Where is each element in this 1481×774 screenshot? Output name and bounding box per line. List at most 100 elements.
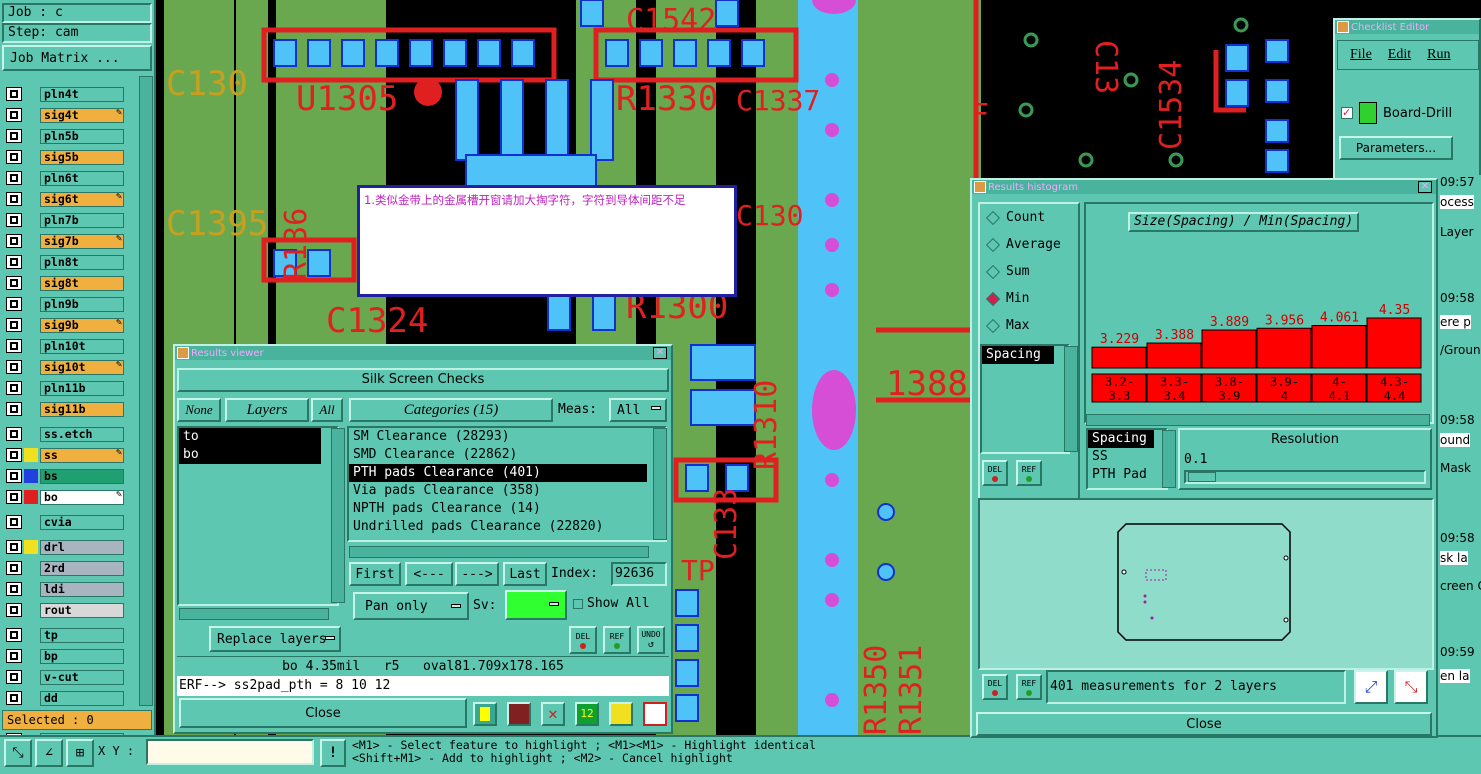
- layer-name[interactable]: ss: [40, 447, 124, 463]
- layer-name[interactable]: pln10t: [40, 338, 124, 354]
- histogram-close-button[interactable]: Close: [976, 712, 1432, 736]
- layer-row-sig7b[interactable]: sig7b ✎: [6, 233, 124, 249]
- layer-checkbox[interactable]: [6, 670, 22, 684]
- layer-name[interactable]: sig7b: [40, 233, 124, 249]
- board-preview[interactable]: [978, 498, 1434, 670]
- histogram-titlebar[interactable]: Results histogram ✕: [972, 180, 1436, 194]
- layer-row-ss[interactable]: ss ✎: [6, 447, 124, 463]
- layer-row-bo[interactable]: bo ✎: [6, 489, 124, 505]
- layer-results-hscroll[interactable]: [179, 608, 329, 620]
- close-icon[interactable]: ✕: [653, 347, 667, 359]
- layer-name[interactable]: bo: [40, 489, 124, 505]
- window-menu-icon[interactable]: [974, 181, 986, 193]
- mode-radio-min[interactable]: Min: [980, 285, 1078, 312]
- xy-input[interactable]: [146, 739, 314, 765]
- next-button[interactable]: --->: [455, 562, 499, 586]
- close-button[interactable]: Close: [179, 698, 467, 728]
- layer-checkbox[interactable]: [6, 691, 22, 705]
- histogram-bar[interactable]: [1366, 317, 1422, 369]
- categories-hscroll[interactable]: [349, 546, 649, 558]
- layer-row-pln11b[interactable]: pln11b: [6, 380, 124, 396]
- measure-list-scrollbar[interactable]: [1064, 346, 1078, 452]
- layer-checkbox[interactable]: [6, 255, 22, 269]
- layer-name[interactable]: dd: [40, 690, 124, 706]
- layer-checkbox[interactable]: [6, 150, 22, 164]
- preview-del-button[interactable]: DEL: [982, 674, 1008, 700]
- layer-row-sig8t[interactable]: sig8t: [6, 275, 124, 291]
- all-layers-button[interactable]: All: [311, 398, 343, 422]
- type-item[interactable]: Spacing: [1088, 430, 1154, 448]
- layer-row-drl[interactable]: drl: [6, 539, 124, 555]
- histogram-bar[interactable]: [1146, 342, 1202, 369]
- show-all-checkbox[interactable]: Show All: [573, 596, 650, 611]
- layer-row-sig4t[interactable]: sig4t ✎: [6, 107, 124, 123]
- layer-name[interactable]: pln7b: [40, 212, 124, 228]
- layer-row-ldi[interactable]: ldi: [6, 581, 124, 597]
- layer-checkbox[interactable]: [6, 582, 22, 596]
- undo-button[interactable]: UNDO ↺: [637, 626, 665, 654]
- layer-checkbox[interactable]: [6, 171, 22, 185]
- alert-icon[interactable]: !: [320, 739, 346, 767]
- layer-row-pln10t[interactable]: pln10t: [6, 338, 124, 354]
- layer-row-pln4t[interactable]: pln4t: [6, 86, 124, 102]
- layer-list-scrollbar[interactable]: [139, 76, 153, 706]
- layer-name[interactable]: pln4t: [40, 86, 124, 102]
- categories-vscroll[interactable]: [653, 428, 667, 540]
- layer-name[interactable]: pln5b: [40, 128, 124, 144]
- preview-ref-button[interactable]: REF: [1016, 674, 1042, 700]
- menu-edit[interactable]: Edit: [1388, 47, 1411, 63]
- layer-checkbox[interactable]: [6, 276, 22, 290]
- annotation-box[interactable]: 1.类似金带上的金属槽开窗请加大掏字符，字符到导体间距不足: [357, 185, 737, 297]
- notes-icon[interactable]: [609, 702, 633, 726]
- layer-name[interactable]: ss.etch: [40, 426, 124, 442]
- layer-row-pln5b[interactable]: pln5b: [6, 128, 124, 144]
- checklist-item[interactable]: ✓ Board-Drill: [1341, 102, 1452, 124]
- layer-checkbox[interactable]: [6, 628, 22, 642]
- window-menu-icon[interactable]: [177, 347, 189, 359]
- layer-checkbox[interactable]: [6, 339, 22, 353]
- results-viewer-titlebar[interactable]: Results viewer ✕: [175, 346, 671, 360]
- layer-name[interactable]: bs: [40, 468, 124, 484]
- layer-checkbox[interactable]: [6, 448, 22, 462]
- layer-name[interactable]: ldi: [40, 581, 124, 597]
- layer-checkbox[interactable]: [6, 234, 22, 248]
- del-button[interactable]: DEL: [569, 626, 597, 654]
- layer-checkbox[interactable]: [6, 381, 22, 395]
- layer-name[interactable]: sig8t: [40, 275, 124, 291]
- type-item[interactable]: SS: [1088, 448, 1154, 466]
- layer-checkbox[interactable]: [6, 213, 22, 227]
- layer-row-sig10t[interactable]: sig10t ✎: [6, 359, 124, 375]
- layer-checkbox[interactable]: [6, 318, 22, 332]
- ref-button[interactable]: REF: [603, 626, 631, 654]
- layer-row-ss.etch[interactable]: ss.etch: [6, 426, 124, 442]
- first-button[interactable]: First: [349, 562, 401, 586]
- layer-row-bs[interactable]: bs: [6, 468, 124, 484]
- category-item[interactable]: SM Clearance (28293): [349, 428, 647, 446]
- layer-row-v-cut[interactable]: v-cut: [6, 669, 124, 685]
- layer-row-sig6t[interactable]: sig6t ✎: [6, 191, 124, 207]
- histogram-bar[interactable]: [1091, 346, 1147, 369]
- layer-row-tp[interactable]: tp: [6, 627, 124, 643]
- category-item[interactable]: NPTH pads Clearance (14): [349, 500, 647, 518]
- mode-radio-max[interactable]: Max: [980, 312, 1078, 339]
- category-item[interactable]: PTH pads Clearance (401): [349, 464, 647, 482]
- layer-checkbox[interactable]: [6, 649, 22, 663]
- type-item[interactable]: PTH Pad: [1088, 466, 1154, 484]
- resolution-slider[interactable]: [1184, 470, 1426, 484]
- zoom-to-results-icon[interactable]: ⤢: [1354, 670, 1388, 704]
- layer-checkbox[interactable]: [6, 603, 22, 617]
- checklist-titlebar[interactable]: Checklist Editor: [1335, 20, 1479, 34]
- layer-row-bp[interactable]: bp: [6, 648, 124, 664]
- histogram-bar[interactable]: [1256, 327, 1312, 369]
- layer-name[interactable]: tp: [40, 627, 124, 643]
- layer-results-vscroll[interactable]: [331, 428, 345, 603]
- last-button[interactable]: Last: [503, 562, 547, 586]
- menu-file[interactable]: File: [1350, 47, 1372, 63]
- mode-radio-average[interactable]: Average: [980, 231, 1078, 258]
- measure-icon[interactable]: ∠: [35, 739, 63, 767]
- mode-radio-count[interactable]: Count: [980, 204, 1078, 231]
- layer-checkbox[interactable]: [6, 108, 22, 122]
- layer-name[interactable]: pln6t: [40, 170, 124, 186]
- layer-row-pln7b[interactable]: pln7b: [6, 212, 124, 228]
- layer-row-dd[interactable]: dd: [6, 690, 124, 706]
